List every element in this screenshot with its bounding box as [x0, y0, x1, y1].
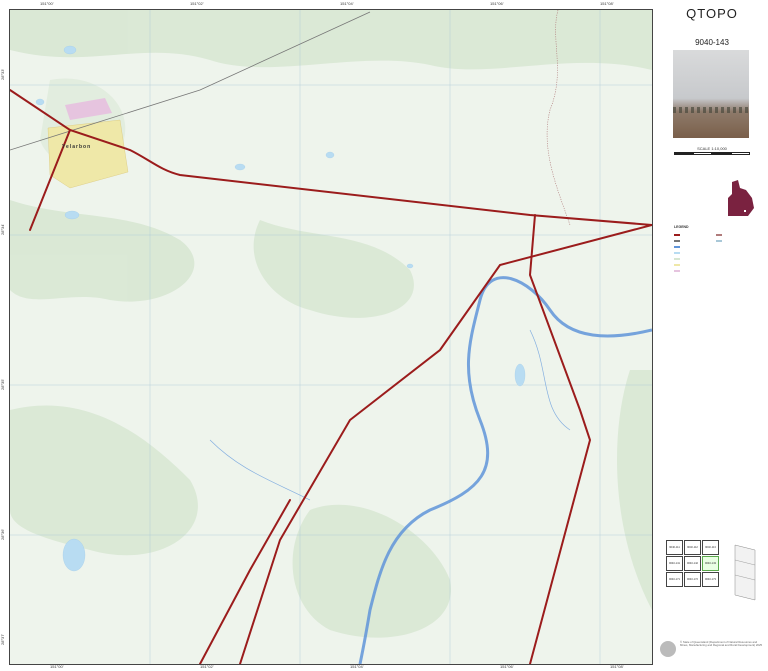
cover-photo [673, 50, 749, 138]
index-cell: 9040-112 [684, 540, 701, 555]
left-coord-3: 28°35' [0, 378, 5, 390]
bottom-coord-3: 151°04' [350, 664, 364, 669]
left-coord-1: 28°33' [0, 68, 5, 80]
map-frame: Yelarbon 151°00' 151°02' 151°04' 151°06'… [0, 0, 655, 671]
scale-text: SCALE 1:10,000 [697, 146, 727, 151]
top-coord-4: 151°06' [490, 1, 504, 6]
qld-crest [660, 641, 676, 657]
index-cell: 9040-141 [666, 556, 683, 571]
bottom-coord-4: 151°06' [500, 664, 514, 669]
scale-bar [674, 152, 750, 155]
place-label: Yelarbon [62, 144, 92, 150]
location-map [728, 180, 754, 216]
index-cell: 9040-173 [702, 572, 719, 587]
index-cell: 9040-111 [666, 540, 683, 555]
left-coord-2: 28°34' [0, 223, 5, 235]
legend-heading: LEGEND [674, 225, 689, 229]
creeks [209, 329, 571, 501]
index-map: 9040-111 9040-112 9040-113 9040-141 9040… [666, 540, 722, 588]
index-cell: 9040-142 [684, 556, 701, 571]
index-cell: 9040-171 [666, 572, 683, 587]
copyright: © State of Queensland (Department of Nat… [680, 640, 763, 648]
bottom-coord-1: 151°00' [50, 664, 64, 669]
index-cell: 9040-172 [684, 572, 701, 587]
left-coord-5: 28°37' [0, 633, 5, 645]
brand-title: QTOPO [686, 6, 738, 21]
top-coord-3: 151°04' [340, 1, 354, 6]
map-body[interactable]: Yelarbon [9, 9, 653, 665]
side-panel: QTOPO 9040-143 SCALE 1:10,000 LEGEND 904… [656, 0, 768, 671]
top-coord-2: 151°02' [190, 1, 204, 6]
bottom-coord-5: 151°08' [610, 664, 624, 669]
index-cell: 9040-113 [702, 540, 719, 555]
top-coord-1: 151°00' [40, 1, 54, 6]
index-cell-current: 9040-143 [702, 556, 719, 571]
bottom-coord-2: 151°02' [200, 664, 214, 669]
left-coord-4: 28°36' [0, 528, 5, 540]
map-canvas[interactable] [10, 10, 652, 664]
fold-diagram [734, 544, 756, 601]
top-coord-5: 151°08' [600, 1, 614, 6]
sheet-number: 9040-143 [695, 38, 729, 47]
